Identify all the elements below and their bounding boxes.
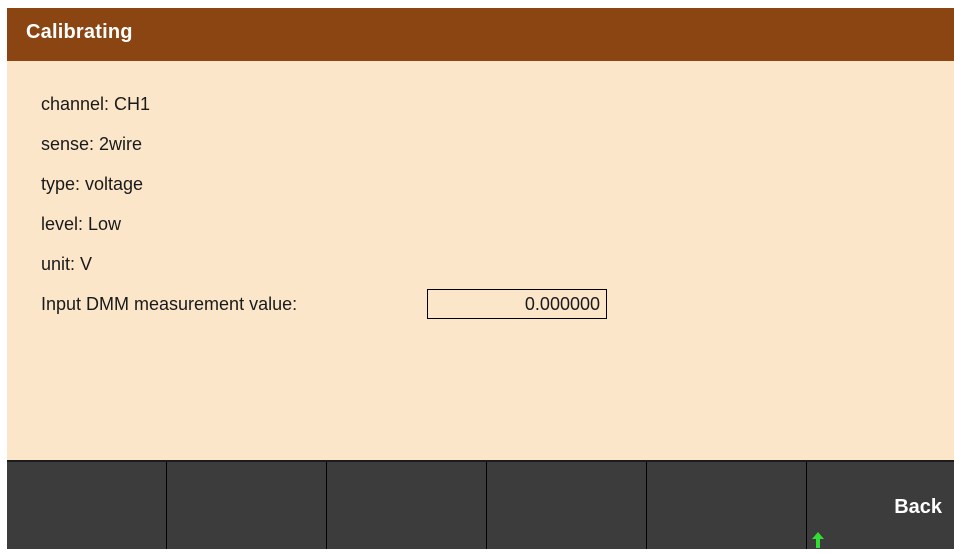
dialog-title: Calibrating — [26, 21, 133, 43]
softkey-3[interactable] — [327, 462, 487, 549]
back-button[interactable]: Back — [807, 462, 954, 549]
level-line: level: Low — [41, 214, 122, 234]
softkey-1[interactable] — [7, 462, 167, 549]
softkey-2[interactable] — [167, 462, 327, 549]
sense-line: sense: 2wire — [41, 134, 143, 154]
dmm-input-label: Input DMM measurement value: — [41, 294, 298, 314]
back-button-label: Back — [894, 496, 942, 518]
type-line: type: voltage — [41, 174, 144, 194]
arrow-up-icon — [811, 531, 825, 549]
softkey-4[interactable] — [487, 462, 647, 549]
unit-line: unit: V — [41, 254, 93, 274]
info-panel: channel: CH1 sense: 2wire type: voltage … — [7, 61, 954, 460]
dmm-value-input[interactable]: 0.000000 — [427, 289, 607, 319]
title-bar: Calibrating — [7, 8, 954, 61]
softkey-bar: Back — [7, 462, 954, 549]
calibration-screen: Calibrating channel: CH1 sense: 2wire ty… — [7, 8, 954, 549]
softkey-5[interactable] — [647, 462, 807, 549]
channel-line: channel: CH1 — [41, 94, 151, 114]
